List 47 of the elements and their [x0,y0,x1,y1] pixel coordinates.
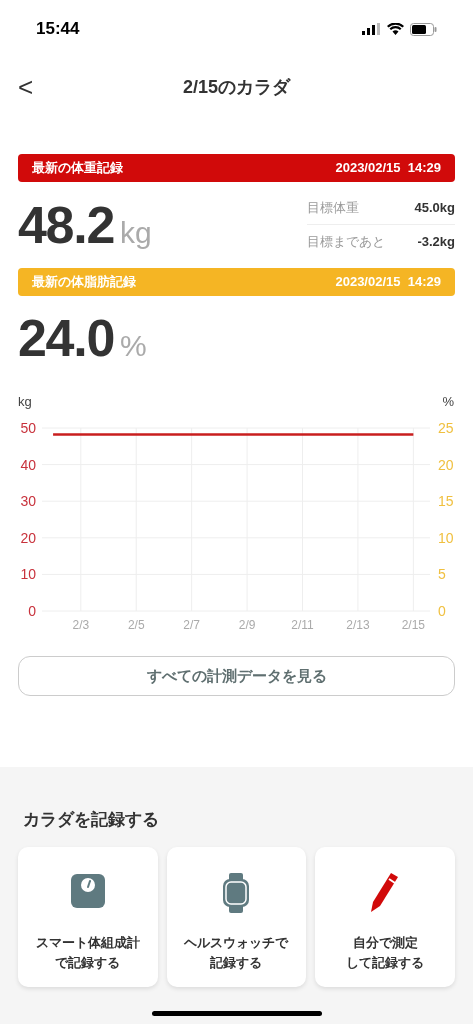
wifi-icon [387,23,404,35]
x-tick-label: 2/11 [291,618,314,632]
status-time: 15:44 [36,18,80,41]
axis-unit: % [442,394,454,409]
y-tick-label: 10 [20,566,36,583]
y-tick-label: 30 [20,493,36,510]
big-value: 24.0 [18,312,114,364]
y-tick-label: 50 [20,420,36,436]
y-tick-label: 40 [20,456,36,473]
unit-label: kg [120,218,152,248]
big-value: 48.2 [18,199,114,251]
y-tick-label: 5 [438,566,446,583]
goal-value: 45.0kg [414,199,455,218]
banner-datetime: 2023/02/15 14:29 [335,159,441,178]
section-title: カラダを記録する [23,809,160,831]
pencil-icon [371,872,400,913]
record-option-card[interactable]: 自分で測定 して記録する [315,846,455,987]
axis-unit: kg [18,394,32,409]
unit-label: % [120,331,147,361]
goal-label: 目標まであと [307,232,385,251]
y-tick-label: 10 [438,529,454,546]
banner-label: 最新の体重記録 [32,159,123,178]
all-data-button[interactable]: すべての計測データを見る [18,656,455,696]
banner-label: 最新の体脂肪記録 [32,273,136,292]
y-tick-label: 20 [438,456,454,473]
y-tick-label: 15 [438,493,454,510]
x-tick-label: 2/13 [346,618,370,632]
x-tick-label: 2/5 [127,618,145,632]
y-tick-label: 0 [28,603,36,619]
goal-label: 目標体重 [307,199,359,218]
record-option-card[interactable]: スマート体組成計 で記録する [18,846,158,987]
signal-icon [362,23,381,35]
y-tick-label: 20 [20,529,36,546]
x-tick-label: 2/7 [183,618,200,632]
y-tick-label: 0 [438,603,446,619]
y-tick-label: 25 [438,420,454,436]
scale-icon [69,872,106,909]
x-tick-label: 2/3 [72,618,90,632]
record-option-card[interactable]: ヘルスウォッチで 記録する [166,846,307,987]
watch-icon [223,872,250,913]
battery-icon [410,22,437,36]
goal-value: -3.2kg [417,232,455,251]
banner-datetime: 2023/02/15 14:29 [335,273,441,292]
back-button[interactable]: < [14,74,38,100]
x-tick-label: 2/9 [238,618,256,632]
page-title: 2/15のカラダ [182,75,290,99]
x-tick-label: 2/15 [401,618,426,632]
